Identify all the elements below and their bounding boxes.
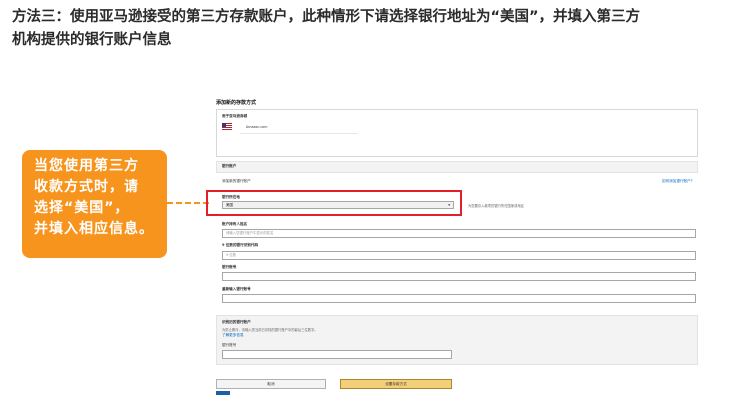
old-account-learn-more-link[interactable]: 了解更多信息 (222, 333, 244, 338)
account-confirm-input[interactable] (222, 294, 696, 303)
us-flag-icon (222, 123, 232, 130)
callout-line: 并填入相应信息。 (34, 221, 154, 237)
account-number-label: 银行账号 (222, 265, 237, 269)
bank-section-subtitle: 添加新的银行账户 (222, 179, 251, 183)
callout-connector (167, 202, 209, 204)
heading-line-1: 方法三：使用亚马逊接受的第三方存款账户，此种情形下请选择银行地址为“美国”，并填… (12, 9, 641, 25)
marketplace-label: 用于亚马逊商城 (222, 114, 248, 118)
bank-location-note: 为您要存入款项的银行所在国家或地区 (468, 204, 525, 208)
instruction-heading: 方法三：使用亚马逊接受的第三方存款账户，此种情形下请选择银行地址为“美国”，并填… (12, 6, 742, 52)
divider (240, 133, 358, 134)
routing-number-input[interactable]: 9 位数 (222, 251, 696, 260)
highlight-box (206, 190, 462, 216)
deposit-form-screenshot: 添加新的存款方式 用于亚马逊商城 Amazon.com 银行账户 添加新的银行账… (210, 95, 704, 395)
heading-line-2: 机构提供的银行账户信息 (12, 32, 172, 48)
cancel-button[interactable]: 取消 (216, 379, 326, 389)
callout-box: 当您使用第三方 收款方式时，请 选择“美国”， 并填入相应信息。 (22, 150, 167, 258)
page-title: 添加新的存款方式 (216, 100, 257, 106)
account-confirm-label: 重新输入银行账号 (222, 287, 251, 291)
routing-number-label: 9 位数的银行识别代码 (222, 243, 259, 247)
old-account-title: 识别旧的银行账户 (222, 320, 251, 324)
account-number-input[interactable] (222, 272, 696, 281)
help-link[interactable]: 如何添加银行账户? (662, 179, 693, 184)
old-account-number-label: 银行账号 (222, 343, 237, 347)
callout-line: 选择“美国”， (34, 200, 130, 216)
bank-section-title: 银行账户 (222, 164, 237, 168)
submit-deposit-method-button[interactable]: 设置存款方式 (340, 379, 452, 389)
bank-section-header (216, 161, 698, 173)
marketplace-value: Amazon.com (246, 125, 268, 129)
old-account-description: 为防止欺诈，请输入您当前已存档的银行账户中的最后三位数字。 (222, 328, 318, 332)
callout-line: 收款方式时，请 (34, 179, 139, 195)
callout-line: 当您使用第三方 (34, 158, 139, 174)
holder-name-label: 账户持有人姓名 (222, 222, 248, 226)
feedback-tab[interactable] (216, 391, 230, 395)
holder-name-input[interactable]: 请输入您银行账户中显示的姓名 (222, 229, 696, 238)
old-account-number-input[interactable] (222, 350, 452, 359)
